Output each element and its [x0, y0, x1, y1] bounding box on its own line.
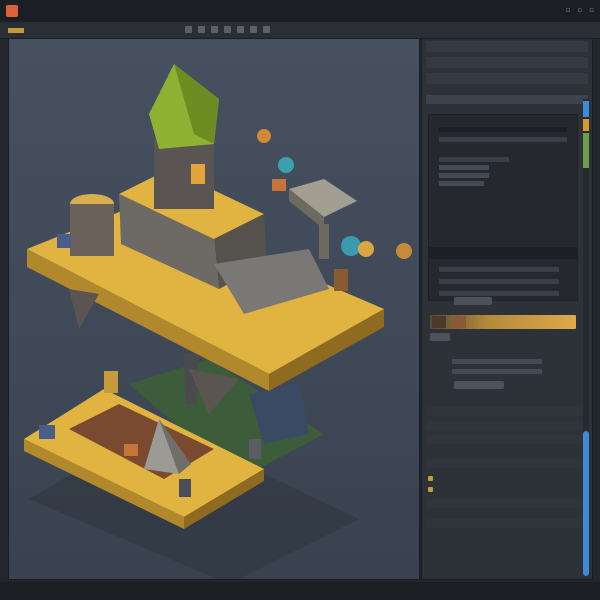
list-item[interactable] — [426, 499, 588, 508]
list-item[interactable] — [426, 435, 588, 444]
teal-bush — [278, 157, 294, 173]
panel-row[interactable] — [426, 73, 588, 84]
lantern-prop — [272, 179, 286, 191]
menu-item[interactable] — [98, 9, 102, 13]
menu-item[interactable] — [84, 9, 88, 13]
figure-prop — [334, 269, 348, 291]
menu-item[interactable] — [56, 9, 60, 13]
barrel-body — [70, 204, 114, 256]
list-item[interactable] — [426, 519, 588, 528]
tool-play-icon[interactable] — [263, 26, 270, 33]
property-field[interactable] — [439, 127, 567, 132]
panel-row[interactable] — [426, 41, 588, 52]
chest-prop — [124, 444, 138, 456]
list-item[interactable] — [426, 459, 588, 468]
teal-tree — [341, 236, 361, 256]
property-field[interactable] — [439, 279, 559, 284]
color-swatch[interactable] — [452, 316, 466, 328]
crate-prop — [57, 234, 71, 248]
yellow-tree — [358, 241, 374, 257]
menu-bar — [28, 9, 102, 13]
knight-prop — [179, 479, 191, 497]
property-field[interactable] — [439, 291, 559, 296]
toolbar-accent-tab[interactable] — [8, 27, 24, 33]
menu-item[interactable] — [28, 9, 32, 13]
property-field[interactable] — [439, 267, 559, 272]
toolbar — [0, 22, 600, 39]
property-field[interactable] — [452, 369, 542, 374]
selected-field[interactable] — [429, 247, 577, 259]
maximize-icon[interactable]: ▫ — [578, 6, 583, 14]
scroll-marker — [583, 101, 589, 117]
scene-viewport[interactable] — [8, 38, 420, 580]
property-field[interactable] — [439, 157, 509, 162]
toolbar-tools — [185, 26, 270, 33]
floating-rock — [69, 289, 99, 329]
minimize-icon[interactable]: ▫ — [566, 6, 571, 14]
title-bar: ▫ ▫ ▫ — [0, 0, 600, 22]
tool-scale-icon[interactable] — [224, 26, 231, 33]
menu-item[interactable] — [70, 9, 74, 13]
property-field[interactable] — [439, 173, 489, 178]
menu-item[interactable] — [42, 9, 46, 13]
tool-rotate-icon[interactable] — [211, 26, 218, 33]
small-button[interactable] — [430, 333, 450, 341]
tool-move-icon[interactable] — [198, 26, 205, 33]
chest-prop — [39, 425, 55, 439]
status-bar — [0, 582, 600, 600]
scroll-marker — [583, 119, 589, 131]
close-icon[interactable]: ▫ — [589, 6, 594, 14]
apply-button[interactable] — [454, 297, 492, 305]
app-logo-icon — [6, 5, 18, 17]
orange-tree — [396, 243, 412, 259]
knight-prop — [249, 439, 261, 459]
color-swatch[interactable] — [432, 316, 446, 328]
checkbox-icon[interactable] — [428, 487, 433, 492]
tower-window — [191, 164, 205, 184]
panel-scrollbar-thumb[interactable] — [583, 431, 589, 576]
isometric-scene — [24, 64, 412, 579]
panel-row[interactable] — [426, 57, 588, 68]
panel-tab[interactable] — [426, 95, 588, 104]
lamp-prop — [257, 129, 271, 143]
property-field[interactable] — [452, 359, 542, 364]
tool-grid-icon[interactable] — [237, 26, 244, 33]
window-controls: ▫ ▫ ▫ — [566, 6, 594, 14]
scroll-marker — [583, 133, 589, 168]
tool-snap-icon[interactable] — [250, 26, 257, 33]
small-button[interactable] — [454, 381, 504, 389]
checkbox-icon[interactable] — [428, 476, 433, 481]
slab-post — [319, 224, 329, 259]
inspector-panel — [421, 38, 593, 580]
list-item[interactable] — [426, 407, 588, 416]
property-field[interactable] — [439, 181, 484, 186]
statue-prop — [104, 371, 118, 393]
list-item[interactable] — [426, 421, 588, 430]
property-field[interactable] — [439, 137, 567, 142]
tool-select-icon[interactable] — [185, 26, 192, 33]
property-field[interactable] — [439, 165, 489, 170]
properties-box — [428, 114, 578, 301]
